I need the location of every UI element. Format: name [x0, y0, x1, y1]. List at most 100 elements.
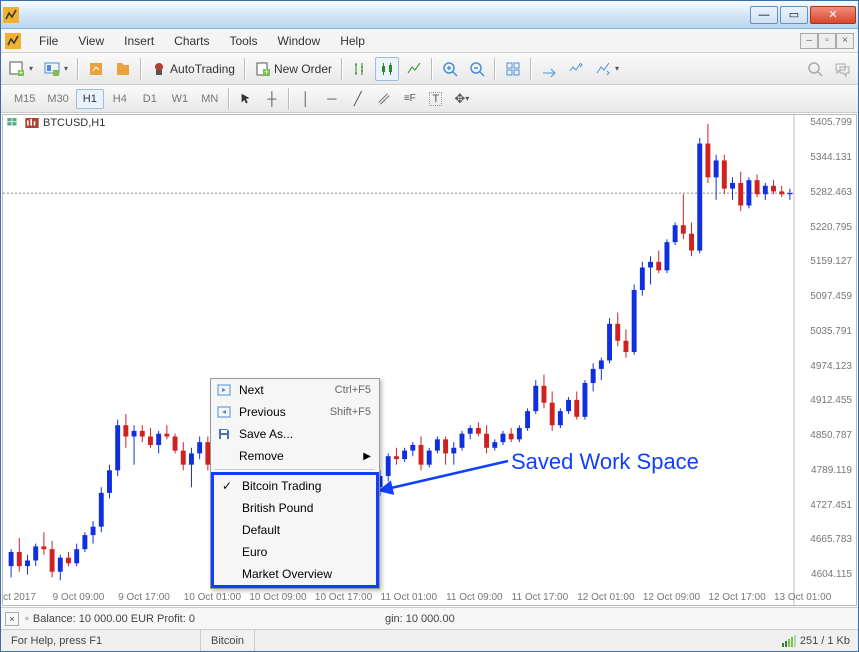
- chart-icon: [25, 118, 39, 128]
- y-tick-label: 5344.131: [810, 152, 852, 163]
- ctx-next-shortcut: Ctrl+F5: [335, 384, 371, 396]
- menu-window[interactable]: Window: [268, 31, 331, 51]
- main-toolbar: +▾ ▾ AutoTrading + New Order ▾: [1, 53, 858, 85]
- profiles-context-menu: Next Ctrl+F5 Previous Shift+F5 Save As..…: [210, 378, 380, 589]
- x-tick-label: 9 Oct 17:00: [118, 592, 170, 603]
- ctx-previous-shortcut: Shift+F5: [330, 406, 371, 418]
- status-connection: 251 / 1 Kb: [774, 635, 858, 647]
- ctx-save-as-label: Save As...: [239, 427, 293, 441]
- x-tick-label: 11 Oct 01:00: [381, 592, 438, 603]
- y-tick-label: 4912.455: [810, 395, 852, 406]
- auto-scroll-button[interactable]: [537, 57, 561, 81]
- submenu-arrow-icon: ▶: [363, 451, 371, 462]
- cursor-tool[interactable]: [234, 88, 258, 110]
- svg-text:+: +: [19, 68, 24, 77]
- navigator-button[interactable]: [111, 57, 135, 81]
- crosshair-tool[interactable]: ┼: [260, 88, 284, 110]
- zoom-in-button[interactable]: [438, 57, 462, 81]
- x-tick-label: 12 Oct 01:00: [577, 592, 634, 603]
- ctx-next[interactable]: Next Ctrl+F5: [211, 379, 379, 401]
- horizontal-line-tool[interactable]: ─: [320, 88, 344, 110]
- x-tick-label: 11 Oct 17:00: [512, 592, 569, 603]
- ctx-profile-label: Euro: [242, 545, 267, 559]
- next-icon: [217, 383, 231, 397]
- candle-chart-button[interactable]: [375, 57, 399, 81]
- tile-windows-button[interactable]: [501, 57, 525, 81]
- vertical-line-tool[interactable]: │: [294, 88, 318, 110]
- zoom-out-button[interactable]: [465, 57, 489, 81]
- status-help: For Help, press F1: [1, 630, 201, 651]
- status-profile-tab[interactable]: Bitcoin: [201, 630, 255, 651]
- chart-area[interactable]: BTCUSD,H1 5405.7995344.1315282.4635220.7…: [2, 114, 857, 606]
- ctx-save-as[interactable]: Save As...: [211, 423, 379, 445]
- profiles-button[interactable]: ▾: [40, 57, 72, 81]
- ctx-profile-british-pound[interactable]: British Pound: [214, 497, 376, 519]
- new-chart-button[interactable]: +▾: [5, 57, 37, 81]
- annotation-arrow: [368, 449, 528, 499]
- new-order-label: New Order: [274, 62, 332, 76]
- text-tool[interactable]: T: [424, 88, 448, 110]
- menubar: File View Insert Charts Tools Window Hel…: [1, 29, 858, 53]
- minimize-button[interactable]: —: [750, 6, 778, 24]
- timeframe-mn[interactable]: MN: [196, 89, 224, 109]
- annotation-text: Saved Work Space: [511, 449, 699, 475]
- line-chart-button[interactable]: [402, 57, 426, 81]
- equidistant-tool[interactable]: [372, 88, 396, 110]
- chat-button[interactable]: [830, 57, 854, 81]
- ctx-profile-euro[interactable]: Euro: [214, 541, 376, 563]
- maximize-button[interactable]: ▭: [780, 6, 808, 24]
- svg-text:+: +: [264, 67, 269, 77]
- timeframe-m30[interactable]: M30: [42, 89, 73, 109]
- timeframe-w1[interactable]: W1: [166, 89, 194, 109]
- menu-insert[interactable]: Insert: [114, 31, 164, 51]
- new-order-button[interactable]: + New Order: [251, 57, 336, 81]
- autotrading-button[interactable]: AutoTrading: [147, 57, 239, 81]
- x-tick-label: 10 Oct 01:00: [184, 592, 241, 603]
- menu-file[interactable]: File: [29, 31, 68, 51]
- close-button[interactable]: ✕: [810, 6, 856, 24]
- x-tick-label: 9 Oct 2017: [2, 592, 36, 603]
- trendline-tool[interactable]: ╱: [346, 88, 370, 110]
- fibonacci-tool[interactable]: ≡F: [398, 88, 422, 110]
- ctx-profile-label: Default: [242, 523, 280, 537]
- mdi-close-button[interactable]: ×: [836, 33, 854, 49]
- indicators-button[interactable]: ▾: [591, 57, 623, 81]
- menu-tools[interactable]: Tools: [220, 31, 268, 51]
- y-tick-label: 5035.791: [810, 326, 852, 337]
- search-button[interactable]: [803, 57, 827, 81]
- x-tick-label: 10 Oct 17:00: [315, 592, 372, 603]
- chart-shift-button[interactable]: [564, 57, 588, 81]
- terminal-bar: × ◦ Balance: 10 000.00 EUR Profit: 0 gin…: [1, 607, 858, 629]
- x-tick-label: 12 Oct 09:00: [643, 592, 700, 603]
- ctx-profile-label: British Pound: [242, 501, 313, 515]
- bar-chart-button[interactable]: [348, 57, 372, 81]
- terminal-balance: Balance: 10 000.00 EUR Profit: 0: [33, 613, 195, 625]
- titlebar[interactable]: — ▭ ✕: [1, 1, 858, 29]
- timeframe-h4[interactable]: H4: [106, 89, 134, 109]
- market-watch-button[interactable]: [84, 57, 108, 81]
- ctx-previous[interactable]: Previous Shift+F5: [211, 401, 379, 423]
- terminal-close-button[interactable]: ×: [5, 612, 19, 626]
- ctx-profile-default[interactable]: Default: [214, 519, 376, 541]
- ctx-remove[interactable]: Remove ▶: [211, 445, 379, 467]
- x-tick-label: 9 Oct 09:00: [53, 592, 105, 603]
- timeframe-m15[interactable]: M15: [9, 89, 40, 109]
- y-tick-label: 5097.459: [810, 291, 852, 302]
- menu-charts[interactable]: Charts: [164, 31, 219, 51]
- timeframe-h1[interactable]: H1: [76, 89, 104, 109]
- x-tick-label: 13 Oct 01:00: [774, 592, 831, 603]
- menu-view[interactable]: View: [68, 31, 114, 51]
- connection-icon: [782, 635, 796, 647]
- mdi-minimize-button[interactable]: –: [800, 33, 818, 49]
- status-net-label: 251 / 1 Kb: [800, 635, 850, 647]
- ctx-profile-bitcoin-trading[interactable]: ✓Bitcoin Trading: [214, 475, 376, 497]
- objects-button[interactable]: ✥▾: [450, 88, 474, 110]
- menu-help[interactable]: Help: [330, 31, 375, 51]
- y-tick-label: 5220.795: [810, 222, 852, 233]
- timeframe-d1[interactable]: D1: [136, 89, 164, 109]
- ctx-previous-label: Previous: [239, 405, 286, 419]
- ctx-profile-market-overview[interactable]: Market Overview: [214, 563, 376, 585]
- app-icon: [3, 7, 19, 23]
- mdi-restore-button[interactable]: ▫: [818, 33, 836, 49]
- mdi-app-icon: [5, 33, 21, 49]
